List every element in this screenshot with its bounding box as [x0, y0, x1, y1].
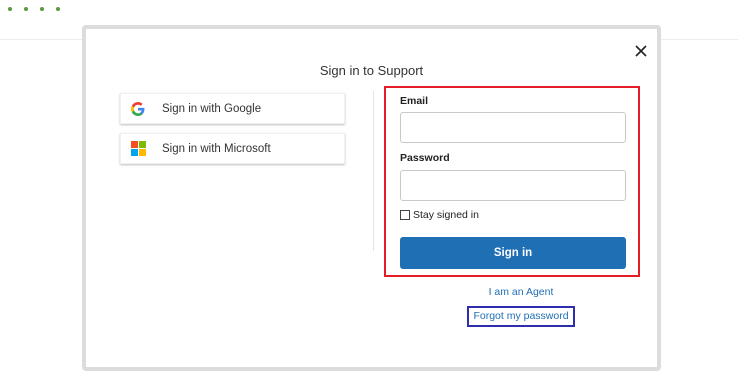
password-label: Password	[400, 152, 450, 164]
modal-title: Sign in to Support	[319, 63, 424, 78]
sign-in-button[interactable]: Sign in	[400, 237, 626, 269]
sign-in-with-microsoft-button[interactable]: Sign in with Microsoft	[120, 133, 345, 164]
email-label: Email	[400, 95, 429, 107]
google-logo-icon	[130, 101, 146, 117]
forgot-password-link[interactable]: Forgot my password	[467, 310, 575, 322]
microsoft-button-label: Sign in with Microsoft	[162, 142, 271, 155]
agent-link[interactable]: I am an Agent	[466, 286, 576, 298]
modal-frame: Sign in to Support Sign in with Google S…	[82, 25, 661, 371]
stay-signed-in-label[interactable]: Stay signed in	[413, 209, 479, 221]
stay-signed-in-row: Stay signed in	[400, 209, 479, 221]
stay-signed-in-checkbox[interactable]	[400, 210, 410, 220]
google-button-label: Sign in with Google	[162, 102, 262, 115]
divider	[373, 91, 374, 251]
microsoft-logo-icon	[130, 141, 146, 157]
email-field[interactable]	[400, 112, 626, 143]
sign-in-modal: Sign in to Support Sign in with Google S…	[86, 29, 657, 367]
sign-in-with-google-button[interactable]: Sign in with Google	[120, 93, 345, 124]
close-icon	[635, 45, 647, 57]
loading-dots-icon	[8, 7, 60, 11]
password-field[interactable]	[400, 170, 626, 201]
close-button[interactable]	[634, 44, 648, 58]
